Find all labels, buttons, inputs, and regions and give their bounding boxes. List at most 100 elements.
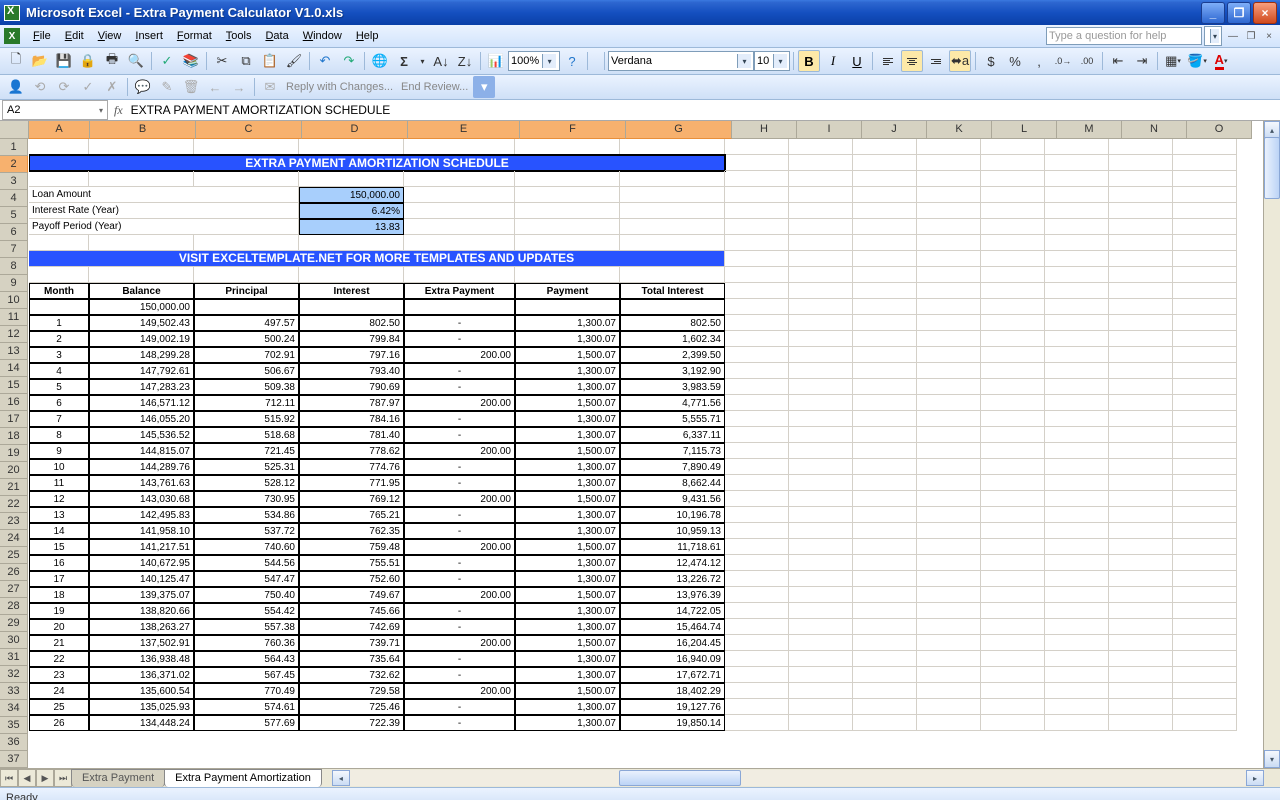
comma-button[interactable]: , bbox=[1028, 50, 1050, 72]
send-mail-icon[interactable]: ✉ bbox=[259, 76, 281, 98]
font-size-combo[interactable]: 10▾ bbox=[754, 51, 790, 71]
cell[interactable]: - bbox=[404, 715, 515, 731]
cell[interactable]: 24 bbox=[29, 683, 89, 699]
zoom-combo[interactable]: 100%▾ bbox=[508, 51, 560, 71]
cell[interactable]: 144,815.07 bbox=[89, 443, 194, 459]
fx-icon[interactable]: fx bbox=[114, 103, 123, 118]
cell[interactable]: 200.00 bbox=[404, 443, 515, 459]
horizontal-scrollbar[interactable]: ◂ ▸ bbox=[332, 770, 1264, 786]
cell[interactable] bbox=[29, 171, 89, 187]
cell[interactable]: - bbox=[404, 379, 515, 395]
doc-icon[interactable]: X bbox=[4, 28, 20, 44]
autosum-dropdown-icon[interactable]: ▾ bbox=[417, 50, 428, 72]
cell[interactable]: 557.38 bbox=[194, 619, 299, 635]
cell[interactable]: 150,000.00 bbox=[89, 299, 194, 315]
cell[interactable]: 518.68 bbox=[194, 427, 299, 443]
cell[interactable]: 13,976.39 bbox=[620, 587, 725, 603]
cell[interactable]: 7 bbox=[29, 411, 89, 427]
cell[interactable]: 4 bbox=[29, 363, 89, 379]
help-search-input[interactable] bbox=[1046, 27, 1202, 45]
autosum-icon[interactable]: Σ bbox=[393, 50, 415, 72]
toolbar-options-icon[interactable]: ▾ bbox=[473, 76, 495, 98]
merge-center-button[interactable]: ⬌a bbox=[949, 50, 971, 72]
cell[interactable] bbox=[194, 299, 299, 315]
cell[interactable]: 506.67 bbox=[194, 363, 299, 379]
row-header-4[interactable]: 4 bbox=[0, 190, 28, 207]
cell[interactable]: 1,500.07 bbox=[515, 683, 620, 699]
cell[interactable]: 1,300.07 bbox=[515, 331, 620, 347]
font-combo[interactable]: Verdana▾ bbox=[608, 51, 754, 71]
menu-format[interactable]: Format bbox=[170, 28, 219, 44]
copy-icon[interactable]: ⧉ bbox=[235, 50, 257, 72]
cell[interactable]: 3 bbox=[29, 347, 89, 363]
cell[interactable]: 771.95 bbox=[299, 475, 404, 491]
cell[interactable]: 14,722.05 bbox=[620, 603, 725, 619]
cell[interactable]: 1,500.07 bbox=[515, 395, 620, 411]
cell[interactable]: 138,263.27 bbox=[89, 619, 194, 635]
cell[interactable]: 1,500.07 bbox=[515, 491, 620, 507]
cell[interactable]: 10,959.13 bbox=[620, 523, 725, 539]
cell[interactable]: 1,300.07 bbox=[515, 523, 620, 539]
cell[interactable]: 745.66 bbox=[299, 603, 404, 619]
cell[interactable]: Month bbox=[29, 283, 89, 299]
sort-asc-icon[interactable]: A↓ bbox=[430, 50, 452, 72]
cell[interactable]: 145,536.52 bbox=[89, 427, 194, 443]
increase-decimal-button[interactable]: .0→ bbox=[1052, 50, 1074, 72]
row-header-31[interactable]: 31 bbox=[0, 649, 28, 666]
show-changes-icon[interactable]: 👤 bbox=[5, 76, 27, 98]
cell[interactable]: 749.67 bbox=[299, 587, 404, 603]
cell[interactable]: 15,464.74 bbox=[620, 619, 725, 635]
cell[interactable]: 1,500.07 bbox=[515, 635, 620, 651]
cell[interactable]: Total Interest bbox=[620, 283, 725, 299]
grid-body[interactable]: EXTRA PAYMENT AMORTIZATION SCHEDULELoan … bbox=[29, 139, 1263, 731]
underline-button[interactable]: U bbox=[846, 50, 868, 72]
cell[interactable]: 750.40 bbox=[194, 587, 299, 603]
cell[interactable]: - bbox=[404, 603, 515, 619]
row-header-29[interactable]: 29 bbox=[0, 615, 28, 632]
cell[interactable]: 740.60 bbox=[194, 539, 299, 555]
cell[interactable]: 12,474.12 bbox=[620, 555, 725, 571]
prev-change-icon[interactable]: ⟲ bbox=[29, 76, 51, 98]
print-icon[interactable]: 🖶 bbox=[101, 50, 123, 72]
cell[interactable]: 19,850.14 bbox=[620, 715, 725, 731]
cell[interactable]: 759.48 bbox=[299, 539, 404, 555]
cell[interactable]: - bbox=[404, 651, 515, 667]
row-header-15[interactable]: 15 bbox=[0, 377, 28, 394]
row-header-34[interactable]: 34 bbox=[0, 700, 28, 717]
cell[interactable]: 509.38 bbox=[194, 379, 299, 395]
save-icon[interactable]: 💾 bbox=[53, 50, 75, 72]
decrease-indent-button[interactable]: ⇤ bbox=[1107, 50, 1129, 72]
cell[interactable]: 200.00 bbox=[404, 395, 515, 411]
cell[interactable]: 722.39 bbox=[299, 715, 404, 731]
hyperlink-icon[interactable]: 🌐 bbox=[369, 50, 391, 72]
row-header-30[interactable]: 30 bbox=[0, 632, 28, 649]
cell[interactable]: - bbox=[404, 427, 515, 443]
cell[interactable]: 11 bbox=[29, 475, 89, 491]
cell[interactable]: 150,000.00 bbox=[299, 187, 404, 203]
cell[interactable]: - bbox=[404, 315, 515, 331]
cell[interactable]: 735.64 bbox=[299, 651, 404, 667]
insert-comment-icon[interactable]: 💬 bbox=[132, 76, 154, 98]
cell[interactable]: 141,958.10 bbox=[89, 523, 194, 539]
row-header-5[interactable]: 5 bbox=[0, 207, 28, 224]
cell[interactable]: 770.49 bbox=[194, 683, 299, 699]
help-dropdown[interactable]: ▾ bbox=[1204, 26, 1222, 46]
name-box[interactable]: A2▾ bbox=[2, 100, 108, 120]
cell[interactable]: 774.76 bbox=[299, 459, 404, 475]
col-header-J[interactable]: J bbox=[862, 121, 927, 139]
cell[interactable]: 136,938.48 bbox=[89, 651, 194, 667]
cell[interactable]: 8,662.44 bbox=[620, 475, 725, 491]
cell[interactable]: 765.21 bbox=[299, 507, 404, 523]
row-header-8[interactable]: 8 bbox=[0, 258, 28, 275]
cell[interactable]: 769.12 bbox=[299, 491, 404, 507]
cell[interactable]: 11,718.61 bbox=[620, 539, 725, 555]
cell[interactable]: 3,983.59 bbox=[620, 379, 725, 395]
cell[interactable]: 200.00 bbox=[404, 635, 515, 651]
cell[interactable]: 760.36 bbox=[194, 635, 299, 651]
cell[interactable]: 146,571.12 bbox=[89, 395, 194, 411]
cell[interactable]: 1,300.07 bbox=[515, 379, 620, 395]
cell[interactable]: 147,283.23 bbox=[89, 379, 194, 395]
row-header-7[interactable]: 7 bbox=[0, 241, 28, 258]
col-header-G[interactable]: G bbox=[626, 121, 732, 139]
cell[interactable]: - bbox=[404, 523, 515, 539]
